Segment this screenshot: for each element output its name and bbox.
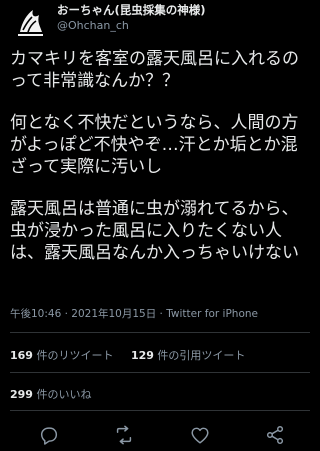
likes-stat[interactable]: 299 件のいいね — [10, 386, 91, 402]
reply-icon[interactable] — [38, 424, 60, 446]
divider — [10, 410, 310, 411]
tweet-paragraph: 何となく不快だというなら、人間の方がよっぽど不快やぞ…汗とか垢とか混ざって実際に… — [10, 113, 299, 177]
quotes-label: 件の引用ツイート — [153, 349, 246, 362]
likes-label: 件のいいね — [32, 388, 92, 401]
share-icon[interactable] — [264, 424, 286, 446]
avatar-logo-icon — [10, 3, 50, 43]
tweet-paragraph: 露天風呂は普通に虫が溺れてるから、虫が浸かった風呂に入りたくない人は、露天風呂な… — [10, 199, 299, 263]
quotes-count: 129 — [130, 349, 154, 362]
likes-stats-row: 299 件のいいね — [10, 386, 91, 402]
display-name[interactable]: おーちゃん(昆虫採集の神様) — [57, 2, 206, 18]
retweets-stat[interactable]: 169 件のリツイート — [10, 347, 113, 363]
engagement-stats-row: 169 件のリツイート 129 件の引用ツイート — [10, 347, 245, 363]
tweet-detail: おーちゃん(昆虫採集の神様) @Ohchan_ch カマキリを客室の露天風呂に入… — [0, 0, 320, 451]
avatar[interactable] — [9, 2, 51, 44]
tweet-text: カマキリを客室の露天風呂に入れるのって非常識なんか？？ 何となく不快だというなら… — [10, 48, 314, 284]
user-handle[interactable]: @Ohchan_ch — [57, 19, 129, 32]
retweet-icon[interactable] — [113, 424, 135, 446]
action-bar — [0, 420, 320, 450]
quotes-stat[interactable]: 129 件の引用ツイート — [131, 347, 245, 363]
tweet-source-link[interactable]: Twitter for iPhone — [166, 308, 258, 320]
divider — [10, 372, 310, 373]
retweets-label: 件のリツイート — [32, 349, 114, 362]
like-icon[interactable] — [189, 424, 211, 446]
retweets-count: 169 — [10, 349, 33, 362]
tweet-meta: 午後10:46 · 2021年10月15日 · Twitter for iPho… — [10, 306, 258, 321]
divider — [10, 332, 310, 333]
tweet-timestamp[interactable]: 午後10:46 · 2021年10月15日 · — [10, 308, 166, 320]
tweet-paragraph: カマキリを客室の露天風呂に入れるのって非常識なんか？？ — [10, 49, 299, 91]
likes-count: 299 — [10, 388, 33, 401]
